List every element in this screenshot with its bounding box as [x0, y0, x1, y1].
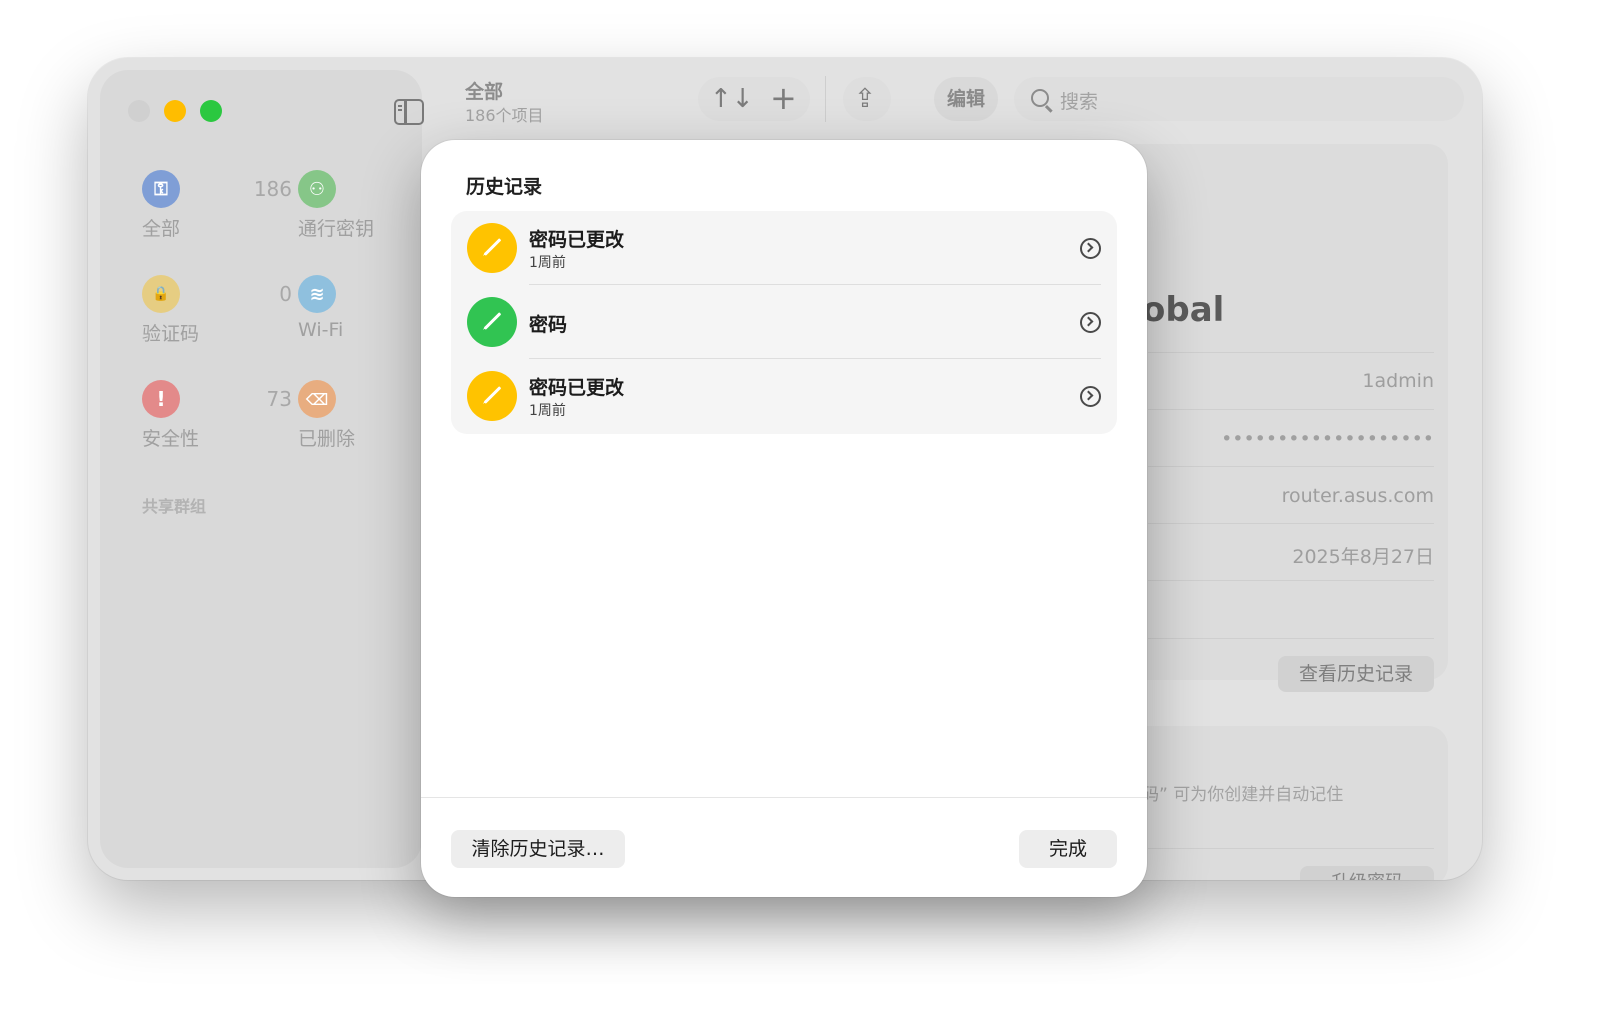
divider [1148, 848, 1434, 849]
category-count: 73 [266, 387, 292, 411]
view-history-button[interactable]: 查看历史记录 [1278, 656, 1434, 692]
alert-icon: ! [142, 380, 180, 418]
sidebar-toggle-icon[interactable] [394, 99, 424, 125]
category-count: 0 [279, 282, 292, 306]
history-entry[interactable]: 密码已更改 1周前 [451, 211, 1117, 285]
trash-icon: ⌫ [298, 380, 336, 418]
list-title: 全部 [465, 81, 504, 103]
divider [1148, 523, 1434, 524]
divider [1148, 352, 1434, 353]
history-list: 密码已更改 1周前 密码 密码已更改 1周前 [451, 211, 1117, 434]
promo-text: 码” 可为你创建并自动记住 [1142, 785, 1344, 805]
lock-icon: 🔒 [142, 275, 180, 313]
category-label: Wi-Fi [298, 319, 344, 341]
key-icon: ⚿ [142, 170, 180, 208]
entry-title: 密码已更改 [529, 377, 625, 399]
category-label: 通行密钥 [298, 218, 375, 240]
minimize-window-button[interactable] [164, 100, 186, 122]
chevron-right-icon[interactable] [1080, 386, 1101, 407]
toolbar-divider [825, 76, 826, 122]
entry-time: 1周前 [529, 255, 566, 271]
shared-groups-heading: 共享群组 [142, 497, 207, 516]
divider [1148, 409, 1434, 410]
search-icon [1031, 89, 1049, 107]
category-count: 186 [253, 177, 292, 201]
history-sheet: 历史记录 密码已更改 1周前 密码 密码已更改 1周前 清除历史记录… 完成 [421, 140, 1147, 897]
category-label: 全部 [142, 218, 181, 240]
divider [1148, 466, 1434, 467]
category-label: 验证码 [142, 323, 200, 345]
category-label: 安全性 [142, 428, 200, 450]
pencil-icon [467, 371, 517, 421]
pencil-icon [467, 297, 517, 347]
sidebar-item-codes[interactable]: 🔒 0 验证码 [142, 275, 292, 355]
edit-button[interactable]: 编辑 [934, 77, 998, 121]
done-button[interactable]: 完成 [1019, 830, 1117, 868]
category-label: 已删除 [298, 428, 356, 450]
entry-time: 1周前 [529, 403, 566, 419]
upgrade-password-button[interactable]: 升级密码 [1300, 866, 1434, 880]
person-key-icon: ⚇ [298, 170, 336, 208]
chevron-right-icon[interactable] [1080, 238, 1101, 259]
entry-title: 密码已更改 [529, 229, 625, 251]
history-entry[interactable]: 密码 [451, 285, 1117, 359]
footer-divider [421, 797, 1147, 798]
add-icon[interactable]: + [770, 76, 797, 120]
username-value[interactable]: 1admin [1362, 370, 1434, 392]
close-window-button[interactable] [128, 100, 150, 122]
modified-date: 2025年8月27日 [1292, 546, 1434, 568]
website-value[interactable]: router.asus.com [1282, 485, 1434, 507]
sort-icon[interactable]: ↑↓ [710, 77, 754, 121]
sidebar: ⚿ 186 全部 ⚇ 0 通行密钥 🔒 0 验证码 ≋ 49 Wi-Fi ! 7… [100, 70, 448, 868]
entry-title: 密码 [529, 314, 568, 336]
item-count: 186个项目 [465, 106, 544, 125]
password-value[interactable]: ••••••••••••••••••• [1221, 428, 1434, 450]
history-entry[interactable]: 密码已更改 1周前 [451, 359, 1117, 433]
sidebar-item-security[interactable]: ! 73 安全性 [142, 380, 292, 460]
sidebar-item-all[interactable]: ⚿ 186 全部 [142, 170, 292, 250]
clear-history-button[interactable]: 清除历史记录… [451, 830, 625, 868]
wifi-icon: ≋ [298, 275, 336, 313]
chevron-right-icon[interactable] [1080, 312, 1101, 333]
divider [1148, 580, 1434, 581]
search-placeholder: 搜索 [1060, 91, 1099, 113]
share-icon[interactable]: ⇪ [854, 77, 876, 121]
zoom-window-button[interactable] [200, 100, 222, 122]
search-field[interactable]: 搜索 [1014, 77, 1464, 121]
sheet-title: 历史记录 [466, 176, 543, 198]
pencil-icon [467, 223, 517, 273]
divider [1148, 638, 1434, 639]
detail-title: obal [1142, 290, 1225, 330]
